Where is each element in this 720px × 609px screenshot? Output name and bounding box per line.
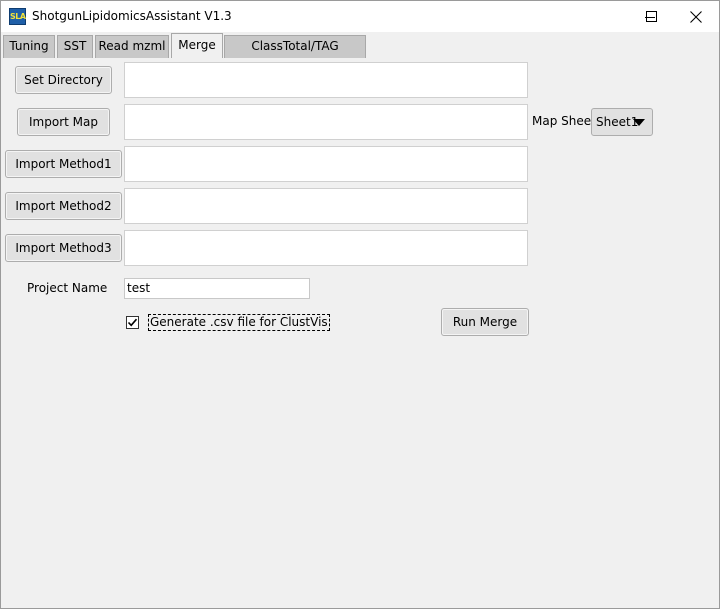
project-name-input[interactable]: test — [124, 278, 310, 299]
checkmark-icon — [127, 318, 138, 327]
merge-panel: Set Directory Import Map Map Sheet Sheet… — [1, 58, 719, 608]
tab-sst[interactable]: SST — [57, 35, 93, 58]
import-method1-button[interactable]: Import Method1 — [5, 150, 122, 178]
map-sheet-label: Map Sheet — [532, 114, 596, 128]
title-bar[interactable]: SLA ShotgunLipidomicsAssistant V1.3 — [1, 1, 719, 32]
directory-path-display — [124, 62, 528, 98]
generate-csv-checkbox[interactable] — [126, 316, 139, 329]
method2-path-display — [124, 188, 528, 224]
generate-csv-label[interactable]: Generate .csv file for ClustVis — [148, 314, 330, 331]
map-sheet-dropdown[interactable]: Sheet1 — [591, 108, 653, 136]
maximize-button[interactable] — [629, 1, 673, 32]
tab-bar: Tuning SST Read mzml Merge ClassTotal/TA… — [1, 32, 719, 74]
set-directory-button[interactable]: Set Directory — [15, 66, 112, 94]
import-method2-button[interactable]: Import Method2 — [5, 192, 122, 220]
tab-tuning[interactable]: Tuning — [3, 35, 55, 58]
method3-path-display — [124, 230, 528, 266]
tab-read-mzml[interactable]: Read mzml — [95, 35, 169, 58]
tab-classtotal-tag-analysis[interactable]: ClassTotal/TAG Analysis — [224, 35, 366, 74]
method1-path-display — [124, 146, 528, 182]
window-title: ShotgunLipidomicsAssistant V1.3 — [32, 9, 232, 23]
app-window: SLA ShotgunLipidomicsAssistant V1.3 Tuni… — [0, 0, 720, 609]
map-path-display — [124, 104, 528, 140]
close-button[interactable] — [673, 1, 719, 32]
close-icon — [690, 10, 702, 23]
import-method3-button[interactable]: Import Method3 — [5, 234, 122, 262]
tab-merge[interactable]: Merge — [171, 33, 223, 58]
map-sheet-selected: Sheet1 — [596, 115, 639, 129]
app-icon: SLA — [9, 8, 26, 25]
run-merge-button[interactable]: Run Merge — [441, 308, 529, 336]
import-map-button[interactable]: Import Map — [17, 108, 110, 136]
triangle-down-icon — [633, 119, 645, 126]
maximize-icon — [645, 11, 657, 22]
project-name-label: Project Name — [27, 281, 108, 295]
